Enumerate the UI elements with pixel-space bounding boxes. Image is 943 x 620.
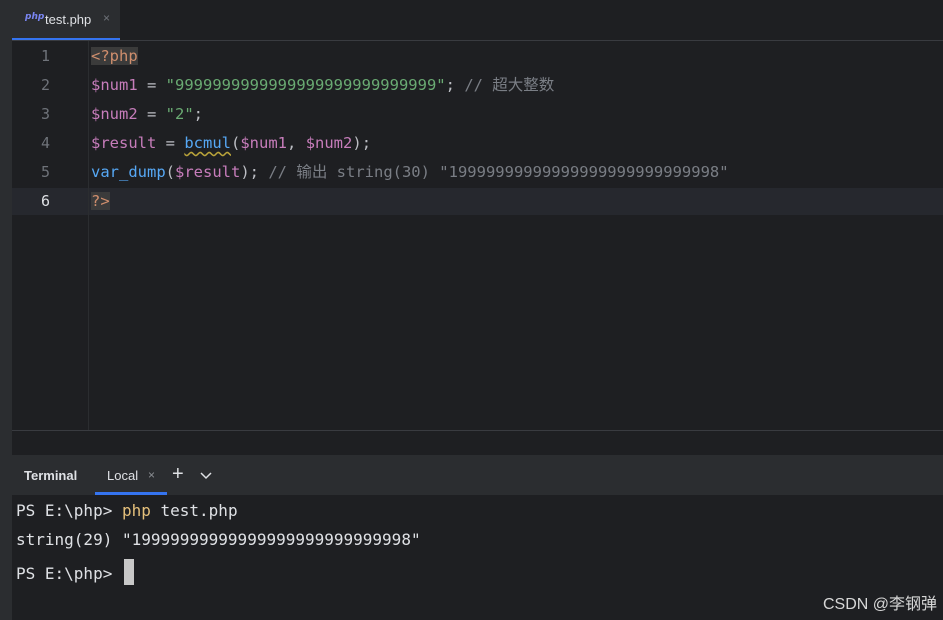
- code-line-4: $result = bcmul($num1, $num2);: [91, 132, 371, 154]
- comment: // 超大整数: [464, 76, 555, 94]
- close-icon[interactable]: ×: [103, 11, 110, 25]
- line-number: 2: [40, 76, 50, 94]
- terminal-tab-label: Local: [107, 468, 139, 483]
- panel-divider[interactable]: [12, 430, 943, 456]
- terminal-prompt: PS E:\php>: [16, 564, 122, 583]
- php-open-tag: <?php: [91, 47, 138, 65]
- function-call: var_dump: [91, 163, 166, 181]
- current-line-highlight: [12, 188, 943, 215]
- php-file-icon: php: [25, 12, 45, 22]
- terminal-header: Terminal Local × +: [12, 455, 943, 495]
- punctuation: ,: [287, 134, 306, 152]
- add-icon[interactable]: +: [172, 463, 184, 486]
- comment: // 输出 string(30) "1999999999999999999999…: [268, 163, 729, 181]
- code-line-3: $num2 = "2";: [91, 103, 203, 125]
- variable: $num2: [305, 134, 353, 152]
- php-close-tag: ?>: [91, 192, 110, 210]
- line-number: 5: [40, 163, 50, 181]
- variable: $result: [175, 163, 241, 181]
- code-line-5: var_dump($result); // 输出 string(30) "199…: [91, 161, 729, 183]
- variable: $num2: [91, 105, 138, 123]
- variable: $result: [91, 134, 157, 152]
- terminal-prompt: PS E:\php>: [16, 501, 122, 520]
- punctuation: (: [165, 163, 175, 181]
- editor-tab-bar: php test.php ×: [12, 0, 943, 41]
- editor-tab-label: test.php: [45, 12, 92, 27]
- operator: =: [137, 76, 166, 94]
- code-line-1: <?php: [91, 45, 138, 67]
- line-number: 4: [40, 134, 50, 152]
- line-number: 1: [40, 47, 50, 65]
- code-line-6: ?>: [91, 190, 110, 212]
- terminal-title: Terminal: [24, 468, 78, 483]
- terminal-line: PS E:\php> php test.php: [16, 501, 238, 520]
- terminal-line: PS E:\php>: [16, 559, 134, 585]
- punctuation: );: [240, 163, 269, 181]
- variable: $num1: [91, 76, 138, 94]
- line-number-current: 6: [40, 192, 50, 210]
- punctuation: ;: [193, 105, 204, 123]
- code-editor[interactable]: 1 2 3 4 5 6 <?php $num1 = "9999999999999…: [12, 41, 943, 431]
- string-literal: "2": [165, 105, 194, 123]
- operator: =: [156, 134, 185, 152]
- variable: $num1: [240, 134, 288, 152]
- terminal-command: php: [121, 501, 151, 520]
- function-call: bcmul: [184, 134, 231, 152]
- terminal-output-text: string(29) "1999999999999999999999999999…: [16, 530, 421, 549]
- terminal-args: test.php: [150, 501, 238, 520]
- terminal-line: string(29) "1999999999999999999999999999…: [16, 530, 421, 549]
- line-number: 3: [40, 105, 50, 123]
- code-line-2: $num1 = "9999999999999999999999999999"; …: [91, 74, 554, 96]
- watermark: CSDN @李钢弹: [822, 596, 937, 613]
- punctuation: (: [231, 134, 241, 152]
- terminal-output[interactable]: PS E:\php> php test.php string(29) "1999…: [12, 495, 943, 620]
- terminal-cursor: [123, 559, 134, 585]
- line-number-gutter: 1 2 3 4 5 6: [12, 41, 89, 431]
- terminal-tab-local[interactable]: Local ×: [95, 455, 167, 495]
- punctuation: ;: [445, 76, 465, 94]
- chevron-down-icon[interactable]: [200, 467, 212, 483]
- punctuation: );: [352, 134, 372, 152]
- close-icon[interactable]: ×: [148, 468, 155, 482]
- operator: =: [137, 105, 166, 123]
- string-literal: "9999999999999999999999999999": [165, 76, 446, 94]
- editor-tab-test-php[interactable]: php test.php ×: [12, 0, 120, 40]
